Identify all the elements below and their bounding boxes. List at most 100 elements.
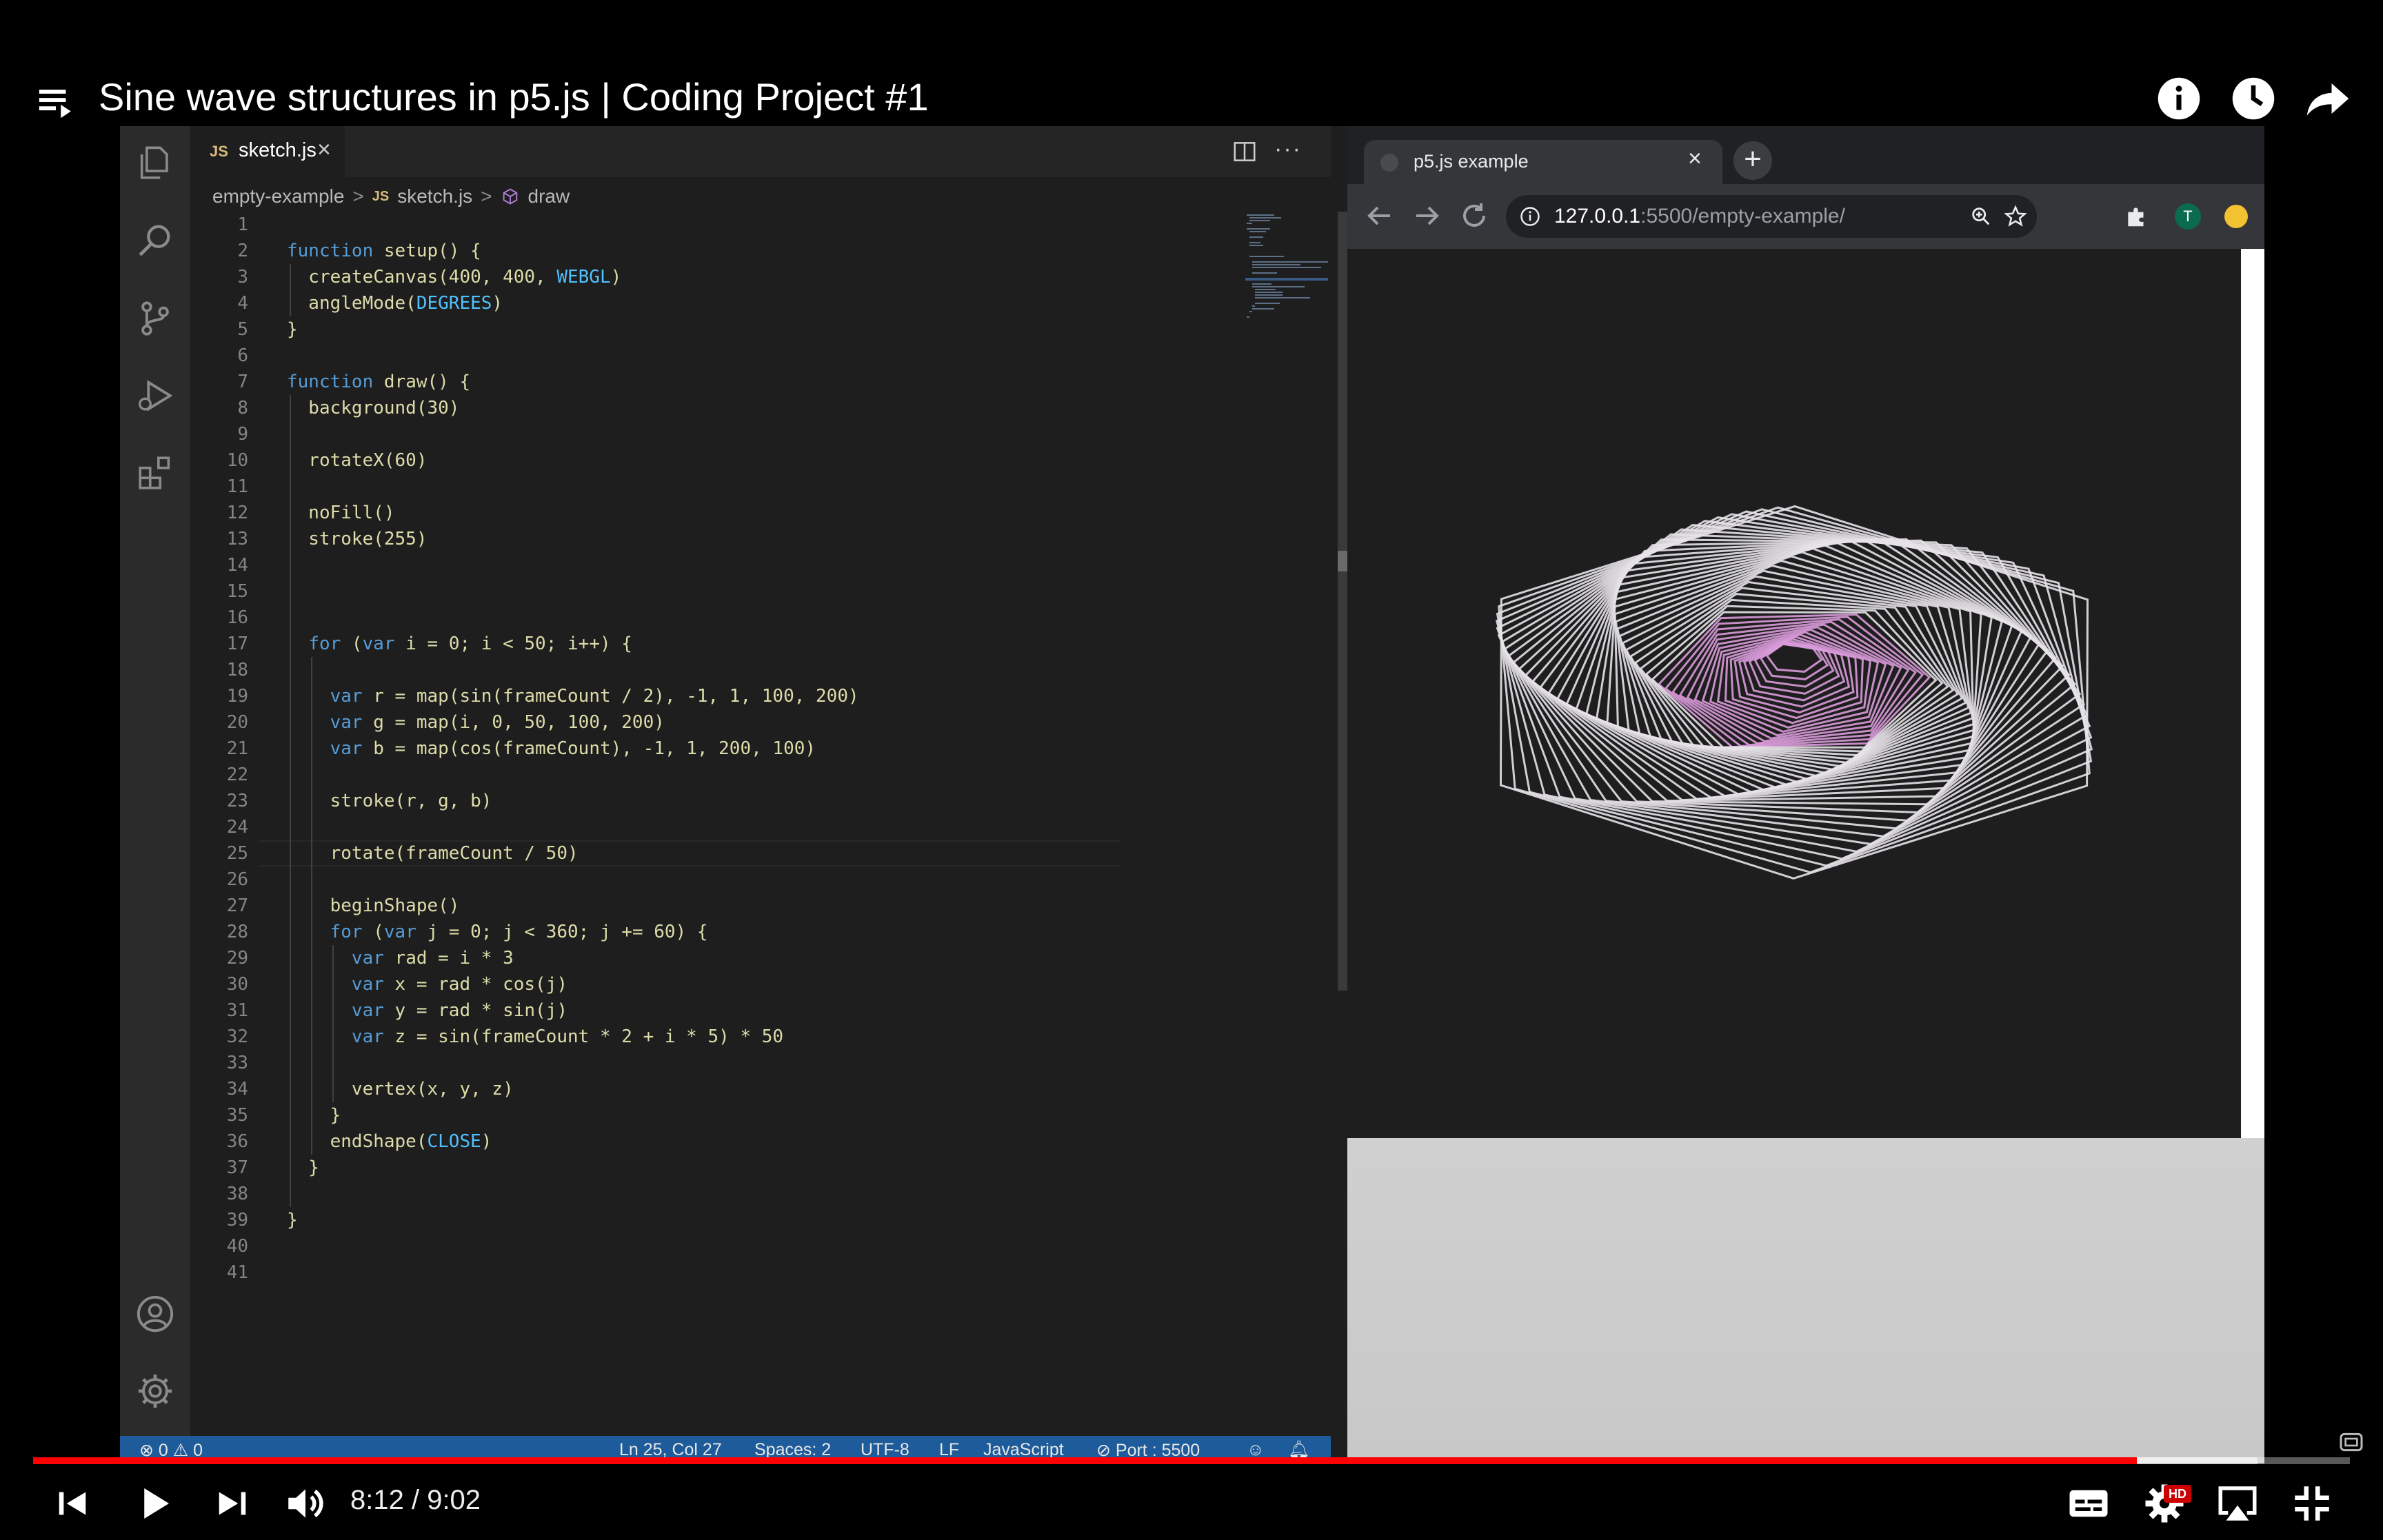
browser-tab[interactable]: p5.js example × [1364, 140, 1722, 184]
minimap[interactable] [1245, 212, 1328, 349]
code-line[interactable]: 14 [190, 552, 1183, 578]
split-editor-icon[interactable] [1231, 139, 1258, 165]
forward-arrow-icon[interactable] [1411, 199, 1444, 232]
previous-icon[interactable] [50, 1481, 95, 1526]
code-line[interactable]: 19 var r = map(sin(frameCount / 2), -1, … [190, 683, 1183, 709]
code-line[interactable]: 33 [190, 1050, 1183, 1076]
code-line[interactable]: 22 [190, 762, 1183, 788]
indent-guide [332, 945, 334, 1102]
line-number: 19 [226, 686, 248, 707]
video-frame[interactable]: JS sketch.js × ··· empty-example > JS sk… [120, 126, 2264, 1463]
code-line[interactable]: 4 angleMode(DEGREES) [190, 290, 1183, 316]
zoom-icon[interactable] [1969, 205, 1993, 228]
code-line[interactable]: 9 [190, 421, 1183, 447]
playlist-icon[interactable] [36, 81, 76, 121]
code-line[interactable]: 7 function draw() { [190, 369, 1183, 395]
line-text: angleMode(DEGREES) [287, 293, 503, 314]
screen-capture-icon[interactable] [2337, 1428, 2365, 1456]
code-line[interactable]: 2 function setup() { [190, 238, 1183, 264]
line-text: vertex(x, y, z) [287, 1079, 514, 1100]
vscode-window: JS sketch.js × ··· empty-example > JS sk… [120, 126, 1351, 1463]
code-line[interactable]: 29 var rad = i * 3 [190, 945, 1183, 971]
new-tab-plus-icon[interactable]: + [1733, 141, 1772, 180]
more-actions-icon[interactable]: ··· [1274, 136, 1302, 163]
breadcrumb-folder[interactable]: empty-example [212, 185, 344, 207]
editor-area: JS sketch.js × ··· empty-example > JS sk… [190, 126, 1351, 1436]
line-number: 8 [237, 398, 248, 418]
line-number: 11 [226, 476, 248, 497]
code-line[interactable]: 5} [190, 316, 1183, 343]
code-line[interactable]: 23 stroke(r, g, b) [190, 788, 1183, 814]
p5-canvas[interactable] [1347, 249, 2241, 1138]
subtitles-icon[interactable] [2066, 1481, 2111, 1526]
play-icon[interactable] [131, 1481, 177, 1526]
bookmark-star-icon[interactable] [2004, 205, 2027, 228]
code-line[interactable]: 32 var z = sin(frameCount * 2 + i * 5) *… [190, 1024, 1183, 1050]
volume-icon[interactable] [283, 1481, 328, 1526]
explorer-icon[interactable] [135, 143, 175, 183]
info-icon[interactable] [2156, 76, 2202, 121]
code-line[interactable]: 26 [190, 867, 1183, 893]
code-line[interactable]: 30 var x = rad * cos(j) [190, 971, 1183, 997]
extensions-icon[interactable] [135, 453, 175, 493]
code-line[interactable]: 13 stroke(255) [190, 526, 1183, 552]
share-icon[interactable] [2305, 76, 2351, 121]
exit-fullscreen-icon[interactable] [2289, 1481, 2335, 1526]
code-line[interactable]: 21 var b = map(cos(frameCount), -1, 1, 2… [190, 736, 1183, 762]
code-line[interactable]: 37 } [190, 1155, 1183, 1181]
code-line[interactable]: 27 beginShape() [190, 893, 1183, 919]
extension-avatar-icon[interactable] [2224, 205, 2248, 228]
progress-bar[interactable] [33, 1457, 2350, 1464]
tab-close-icon[interactable]: × [317, 136, 331, 163]
line-text: } [287, 1210, 298, 1230]
code-line[interactable]: 40 [190, 1233, 1183, 1259]
airplay-icon[interactable] [2215, 1481, 2260, 1526]
editor-tab-sketch-js[interactable]: JS sketch.js × [190, 126, 345, 177]
code-line[interactable]: 11 [190, 474, 1183, 500]
run-debug-icon[interactable] [135, 376, 175, 416]
url-text[interactable]: 127.0.0.1:5500/empty-example/ [1554, 205, 1845, 228]
video-title[interactable]: Sine wave structures in p5.js | Coding P… [99, 74, 929, 119]
search-icon[interactable] [135, 220, 175, 260]
code-line[interactable]: 35 } [190, 1102, 1183, 1128]
code-line[interactable]: 12 noFill() [190, 500, 1183, 526]
code-line[interactable]: 1 [190, 212, 1183, 238]
line-text: rotate(frameCount / 50) [287, 843, 579, 864]
code-line[interactable]: 38 [190, 1181, 1183, 1207]
code-line[interactable]: 8 background(30) [190, 395, 1183, 421]
site-info-icon[interactable] [1520, 206, 1540, 227]
code-line[interactable]: 41 [190, 1259, 1183, 1286]
source-control-icon[interactable] [135, 298, 175, 338]
address-bar[interactable]: 127.0.0.1:5500/empty-example/ [1506, 195, 2037, 238]
code-line[interactable]: 31 var y = rad * sin(j) [190, 997, 1183, 1024]
next-icon[interactable] [210, 1481, 255, 1526]
code-line[interactable]: 15 [190, 578, 1183, 605]
code-line[interactable]: 25 rotate(frameCount / 50) [190, 840, 1183, 867]
method-cube-icon [503, 188, 517, 205]
code-line[interactable]: 17 for (var i = 0; i < 50; i++) { [190, 631, 1183, 657]
line-number: 24 [226, 817, 248, 838]
code-line[interactable]: 18 [190, 657, 1183, 683]
reload-icon[interactable] [1458, 199, 1491, 232]
line-number: 38 [226, 1184, 248, 1204]
back-arrow-icon[interactable] [1363, 199, 1396, 232]
code-line[interactable]: 16 [190, 605, 1183, 631]
account-icon[interactable] [135, 1294, 175, 1334]
breadcrumb-symbol[interactable]: draw [528, 185, 570, 207]
code-line[interactable]: 34 vertex(x, y, z) [190, 1076, 1183, 1102]
code-line[interactable]: 24 [190, 814, 1183, 840]
tab-close-icon[interactable]: × [1688, 145, 1702, 172]
code-line[interactable]: 6 [190, 343, 1183, 369]
watch-later-icon[interactable] [2231, 76, 2276, 121]
code-line[interactable]: 10 rotateX(60) [190, 447, 1183, 474]
code-line[interactable]: 3 createCanvas(400, 400, WEBGL) [190, 264, 1183, 290]
profile-avatar[interactable]: T [2175, 203, 2201, 230]
code-editor[interactable]: 1 2 function setup() {3 createCanvas(400, … [190, 209, 1183, 1422]
code-line[interactable]: 20 var g = map(i, 0, 50, 100, 200) [190, 709, 1183, 736]
code-line[interactable]: 28 for (var j = 0; j < 360; j += 60) { [190, 919, 1183, 945]
code-line[interactable]: 39} [190, 1207, 1183, 1233]
extensions-puzzle-icon[interactable] [2124, 203, 2150, 230]
settings-gear-icon[interactable] [135, 1371, 175, 1411]
breadcrumb-file[interactable]: sketch.js [397, 185, 472, 207]
code-line[interactable]: 36 endShape(CLOSE) [190, 1128, 1183, 1155]
